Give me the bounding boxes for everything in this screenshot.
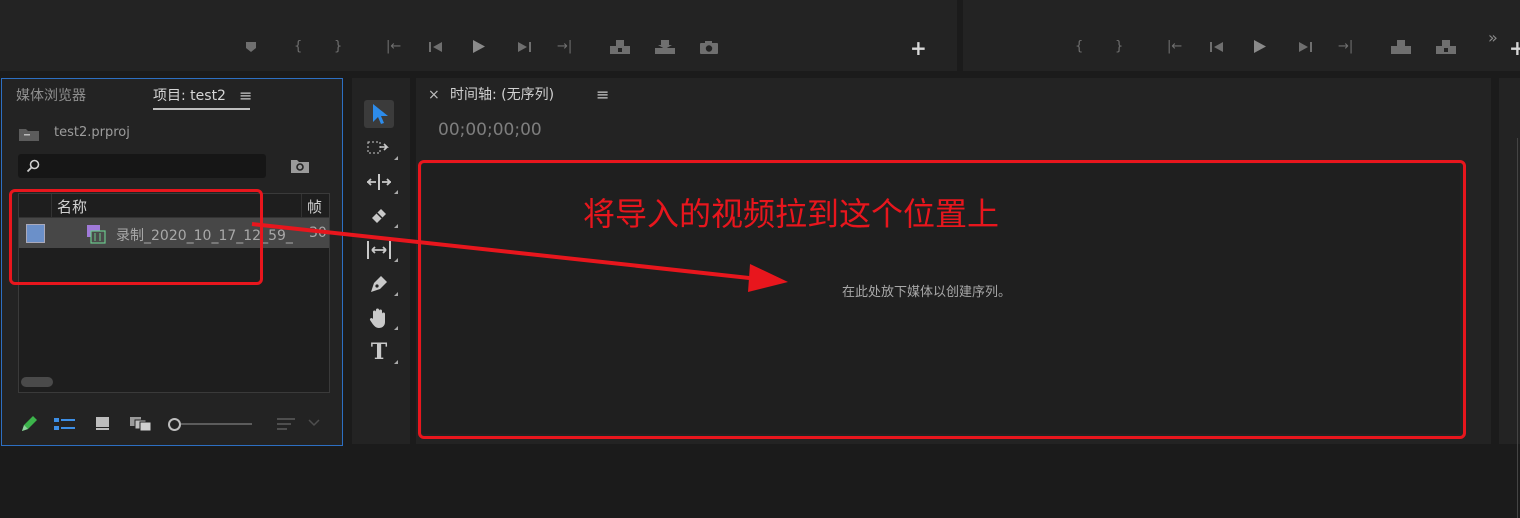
hand-icon <box>369 308 385 328</box>
search-field[interactable] <box>18 154 266 178</box>
panel-menu-icon[interactable]: ≡ <box>239 87 252 105</box>
list-view-icon[interactable] <box>54 417 76 431</box>
active-tab-underline <box>153 108 250 110</box>
more-controls-icon[interactable]: » <box>1488 30 1498 46</box>
marker-icon[interactable] <box>245 41 257 53</box>
freeform-view-icon[interactable] <box>129 416 153 432</box>
tab-media-browser[interactable]: 媒体浏览器 <box>16 87 86 105</box>
search-input[interactable] <box>44 156 258 176</box>
add-button-right[interactable]: + <box>1509 38 1520 58</box>
panel-menu-icon[interactable]: ≡ <box>596 86 609 104</box>
type-tool[interactable]: T <box>364 338 398 366</box>
chevron-down-icon[interactable] <box>308 419 320 427</box>
step-forward-icon[interactable] <box>517 41 531 53</box>
zoom-slider-track <box>181 423 252 425</box>
column-frame-rate[interactable]: 帧 <box>307 196 322 217</box>
go-to-in-icon[interactable]: |← <box>386 40 401 54</box>
go-to-out-icon[interactable]: →| <box>557 40 572 54</box>
go-to-in-icon[interactable]: |← <box>1167 40 1182 54</box>
lift-icon[interactable] <box>1390 39 1412 55</box>
export-frame-icon[interactable] <box>699 40 719 55</box>
program-monitor-panel: { } |← →| » + <box>963 0 1520 71</box>
selection-arrow-icon <box>373 104 388 124</box>
timeline-title[interactable]: 时间轴: (无序列) <box>450 86 554 104</box>
mark-out-icon[interactable]: } <box>1115 40 1123 54</box>
step-back-icon[interactable] <box>429 41 443 53</box>
zoom-slider[interactable] <box>168 417 254 431</box>
go-to-out-icon[interactable]: →| <box>1338 40 1353 54</box>
step-forward-icon[interactable] <box>1298 41 1312 53</box>
add-button-left[interactable]: + <box>910 38 927 58</box>
selection-tool[interactable] <box>364 100 394 128</box>
icon-view-icon[interactable] <box>95 416 111 431</box>
timecode-display[interactable]: 00;00;00;00 <box>438 120 542 140</box>
extract-icon[interactable] <box>1435 39 1457 55</box>
overwrite-icon[interactable] <box>654 39 676 55</box>
sort-icon[interactable] <box>276 416 296 432</box>
annotation-arrow <box>251 222 788 292</box>
step-back-icon[interactable] <box>1210 41 1224 53</box>
hand-tool[interactable] <box>364 304 398 332</box>
project-folder-icon <box>19 129 39 141</box>
mark-in-icon[interactable]: { <box>294 40 302 54</box>
horizontal-scrollbar[interactable] <box>21 377 53 387</box>
ripple-edit-icon <box>367 174 391 190</box>
track-select-icon <box>367 141 389 154</box>
insert-icon[interactable] <box>609 39 631 55</box>
meter-line <box>1517 138 1518 518</box>
ripple-edit-tool[interactable] <box>364 168 398 196</box>
project-file-name: test2.prproj <box>54 125 130 140</box>
track-select-forward-tool[interactable] <box>364 134 398 162</box>
close-icon[interactable]: × <box>428 87 440 103</box>
play-icon[interactable] <box>1253 39 1267 54</box>
tab-project[interactable]: 项目: test2 <box>153 87 226 105</box>
pencil-icon[interactable] <box>20 415 38 433</box>
zoom-slider-handle[interactable] <box>168 418 181 431</box>
search-icon <box>26 159 40 173</box>
source-monitor-panel: { } |← →| + <box>0 0 957 71</box>
mark-in-icon[interactable]: { <box>1075 40 1083 54</box>
audio-meter-panel <box>1499 78 1520 518</box>
play-icon[interactable] <box>472 39 486 54</box>
type-icon: T <box>370 339 388 365</box>
annotation-source-highlight <box>9 189 263 285</box>
mark-out-icon[interactable]: } <box>334 40 342 54</box>
find-icon[interactable] <box>290 158 310 174</box>
